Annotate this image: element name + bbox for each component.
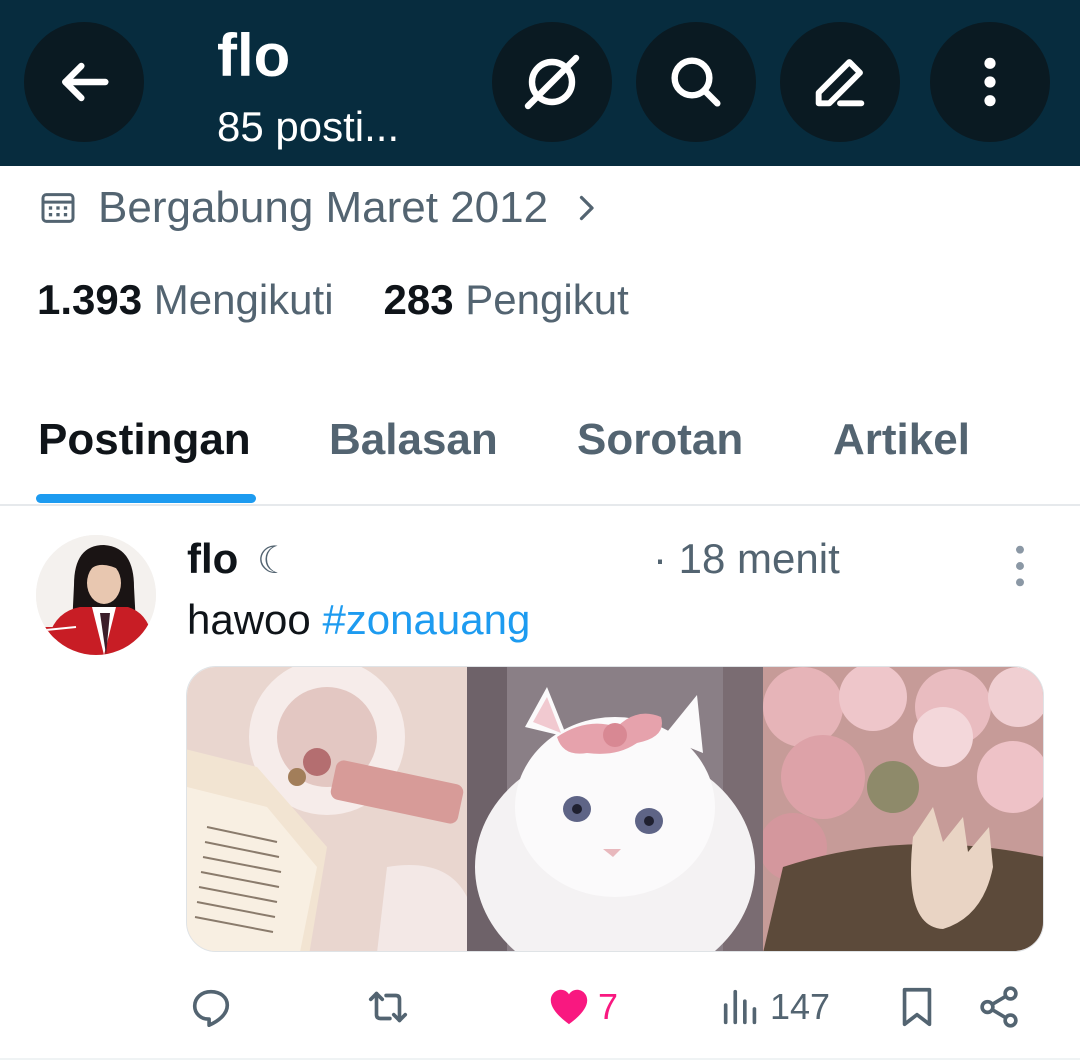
bookmark-button[interactable] [894,981,940,1033]
following-label: Mengikuti [153,276,334,323]
post-timestamp[interactable]: · 18 menit [653,534,840,584]
views-chart-icon [723,989,757,1025]
back-button[interactable] [24,22,144,142]
arrow-left-icon [62,62,109,102]
like-button[interactable]: 7 [546,981,618,1033]
share-button[interactable] [976,981,1022,1033]
reply-button[interactable] [188,981,240,1033]
followers-count: 283 [383,276,454,323]
more-options-button[interactable] [930,22,1050,142]
media-image-flowers[interactable] [759,667,1043,951]
edit-button[interactable] [780,22,900,142]
joined-text: Bergabung Maret 2012 [98,183,549,232]
avatar-image [36,535,156,655]
tab-sorotan[interactable]: Sorotan [577,414,743,466]
joined-date[interactable]: Bergabung Maret 2012 [38,180,604,236]
repost-button[interactable] [365,981,417,1033]
post-author-name[interactable]: flo [187,534,238,584]
following-count: 1.393 [37,276,143,323]
media-image-book[interactable] [187,667,467,951]
post-actions: 7 147 [0,975,1080,1039]
followers-link[interactable]: 283 Pengikut [384,272,629,328]
calendar-icon [41,193,75,223]
tab-artikel[interactable]: Artikel [833,414,970,466]
profile-header: flo 85 posti... [0,0,1080,166]
hashtag-link[interactable]: #zonauang [322,596,530,643]
profile-tabs: Postingan Balasan Sorotan Artikel [0,400,1080,506]
active-tab-indicator [36,494,256,503]
media-image-cat[interactable] [467,667,763,951]
avatar[interactable] [36,535,156,655]
post-header: flo ☾ · 18 menit [187,532,1047,588]
moon-icon: ☾ [257,540,292,582]
views-button[interactable]: 147 [718,981,830,1033]
tab-balasan[interactable]: Balasan [329,414,498,466]
edit-icon [815,59,865,107]
more-vertical-icon [984,57,996,107]
reply-icon [192,989,230,1028]
post-body: hawoo [187,596,323,643]
following-link[interactable]: 1.393 Mengikuti [37,272,334,328]
more-vertical-icon[interactable] [992,538,1048,594]
grok-icon [524,54,580,110]
grok-button[interactable] [492,22,612,142]
repost-icon [368,991,408,1023]
search-button[interactable] [636,22,756,142]
header-title: flo [217,22,291,89]
like-count: 7 [598,986,619,1027]
post-text: hawoo #zonauang [187,594,530,646]
tab-postingan[interactable]: Postingan [38,414,251,466]
header-post-count: 85 posti... [217,103,400,150]
divider [0,1058,1080,1060]
views-count: 147 [770,986,831,1027]
share-icon [980,986,1018,1028]
heart-icon [550,989,588,1025]
followers-label: Pengikut [465,276,629,323]
follow-stats: 1.393 Mengikuti 283 Pengikut [37,272,629,328]
post-media[interactable] [186,666,1044,952]
search-icon [671,57,721,107]
bookmark-icon [902,987,932,1027]
chevron-right-icon [579,195,594,221]
